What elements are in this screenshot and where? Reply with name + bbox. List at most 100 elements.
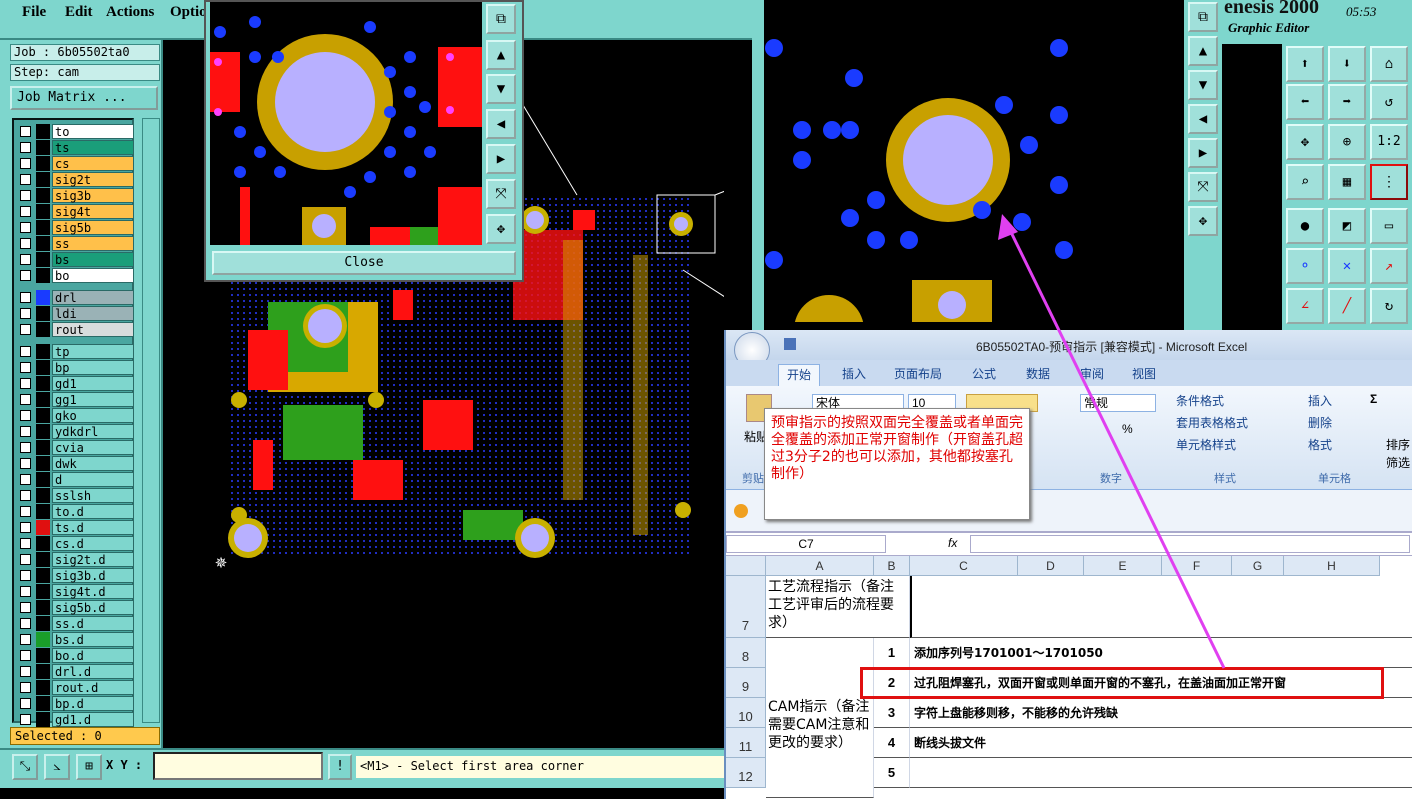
layer-checkbox[interactable] <box>20 346 31 357</box>
layer-color-swatch[interactable] <box>36 290 50 305</box>
layer-name[interactable]: gd1 <box>52 376 134 391</box>
layer-name[interactable]: sig3b <box>52 188 134 203</box>
layer-color-swatch[interactable] <box>36 156 50 171</box>
layer-color-swatch[interactable] <box>36 504 50 519</box>
layer-row[interactable]: cs <box>16 156 134 171</box>
layer-row[interactable]: ts.d <box>16 520 134 535</box>
layer-row[interactable]: drl.d <box>16 664 134 679</box>
close-button[interactable]: Close <box>212 251 516 275</box>
layer-checkbox[interactable] <box>20 378 31 389</box>
fit-selected-icon[interactable]: ⊕ <box>1328 124 1366 160</box>
row-header[interactable]: 8 <box>726 638 766 668</box>
item-number[interactable]: 3 <box>874 698 910 728</box>
connect-icon[interactable]: ⚬ <box>1286 248 1324 284</box>
layer-row[interactable]: sig4t.d <box>16 584 134 599</box>
tab-page-layout[interactable]: 页面布局 <box>886 364 950 386</box>
layer-checkbox[interactable] <box>20 292 31 303</box>
xy-input[interactable] <box>153 752 323 780</box>
layer-name[interactable]: rout.d <box>52 680 134 695</box>
draw-icon[interactable]: ◩ <box>1328 208 1366 244</box>
layer-name[interactable]: rout <box>52 322 134 337</box>
layer-row[interactable]: cs.d <box>16 536 134 551</box>
layer-name[interactable]: sig4t.d <box>52 584 134 599</box>
layer-checkbox[interactable] <box>20 308 31 319</box>
insert-cells-button[interactable]: 插入 <box>1308 392 1332 409</box>
layer-scrollbar[interactable] <box>142 118 160 723</box>
layer-checkbox[interactable] <box>20 714 31 725</box>
layer-color-swatch[interactable] <box>36 680 50 695</box>
layer-color-swatch[interactable] <box>36 268 50 283</box>
layer-name[interactable]: ldi <box>52 306 134 321</box>
layer-checkbox[interactable] <box>20 602 31 613</box>
layer-list[interactable]: to ts cs sig2t sig3b sig4t sig5b ss bs bo drl ldi ro… <box>12 118 134 727</box>
column-header[interactable]: H <box>1284 556 1380 576</box>
layer-row[interactable]: rout <box>16 322 134 337</box>
column-header[interactable]: A <box>766 556 874 576</box>
process-value-cell[interactable] <box>910 576 1412 638</box>
layer-row[interactable]: cvia <box>16 440 134 455</box>
layer-checkbox[interactable] <box>20 362 31 373</box>
layer-color-swatch[interactable] <box>36 712 50 727</box>
layer-checkbox[interactable] <box>20 570 31 581</box>
layer-name[interactable]: d <box>52 472 134 487</box>
item-text[interactable]: 断线头拔文件 <box>910 728 1412 758</box>
layer-checkbox[interactable] <box>20 126 31 137</box>
layer-name[interactable]: ss <box>52 236 134 251</box>
layer-color-swatch[interactable] <box>36 664 50 679</box>
layer-row[interactable]: gg1 <box>16 392 134 407</box>
row-header[interactable]: 12 <box>726 758 766 788</box>
layer-row[interactable]: sig3b <box>16 188 134 203</box>
layer-name[interactable]: drl <box>52 290 134 305</box>
home-icon[interactable]: ⌂ <box>1370 46 1408 82</box>
layer-color-swatch[interactable] <box>36 376 50 391</box>
conditional-format-button[interactable]: 条件格式 <box>1176 392 1224 409</box>
layer-name[interactable]: gg1 <box>52 392 134 407</box>
formula-input[interactable] <box>970 535 1410 553</box>
menu-actions[interactable]: Actions <box>106 4 154 21</box>
row-header[interactable]: 10 <box>726 698 766 728</box>
save-icon[interactable] <box>784 338 796 350</box>
layer-name[interactable]: cs.d <box>52 536 134 551</box>
layer-name[interactable]: bp <box>52 360 134 375</box>
layer-name[interactable]: sig2t <box>52 172 134 187</box>
layer-row[interactable]: tp <box>16 344 134 359</box>
fx-icon[interactable]: fx <box>948 536 957 550</box>
item-text[interactable]: 添加序列号1701001～1701050 <box>910 638 1412 668</box>
sum-icon[interactable]: Σ <box>1370 392 1377 406</box>
format-cells-button[interactable]: 格式 <box>1308 436 1332 453</box>
ruler-icon[interactable]: ▭ <box>1370 208 1408 244</box>
layer-color-swatch[interactable] <box>36 306 50 321</box>
name-box[interactable]: C7 <box>726 535 886 553</box>
route-icon[interactable]: ↗ <box>1370 248 1408 284</box>
menu-edit[interactable]: Edit <box>65 4 93 21</box>
pan-right-icon[interactable]: ▶ <box>1188 138 1218 168</box>
layer-row[interactable]: sig2t.d <box>16 552 134 567</box>
layer-checkbox[interactable] <box>20 426 31 437</box>
layer-name[interactable]: bo.d <box>52 648 134 663</box>
layer-color-swatch[interactable] <box>36 392 50 407</box>
fit-all-icon[interactable]: ✥ <box>1286 124 1324 160</box>
layer-row[interactable]: bp.d <box>16 696 134 711</box>
tab-insert[interactable]: 插入 <box>834 364 874 386</box>
layer-color-swatch[interactable] <box>36 536 50 551</box>
layer-row[interactable]: sig5b.d <box>16 600 134 615</box>
layer-checkbox[interactable] <box>20 394 31 405</box>
column-header[interactable]: D <box>1018 556 1084 576</box>
tab-home[interactable]: 开始 <box>778 364 821 386</box>
tab-view[interactable]: 视图 <box>1124 364 1164 386</box>
layer-checkbox[interactable] <box>20 254 31 265</box>
layer-row[interactable]: sig4t <box>16 204 134 219</box>
lens-icon[interactable]: ⌕ <box>1286 164 1324 200</box>
net-icon[interactable]: ⋮ <box>1370 164 1408 200</box>
layer-checkbox[interactable] <box>20 538 31 549</box>
job-matrix-button[interactable]: Job Matrix ... <box>10 86 158 110</box>
item-number[interactable]: 1 <box>874 638 910 668</box>
layer-name[interactable]: sig3b.d <box>52 568 134 583</box>
grid-button[interactable]: ⊞ <box>76 754 102 780</box>
layer-row[interactable]: gko <box>16 408 134 423</box>
arc-icon[interactable]: ↻ <box>1370 288 1408 324</box>
select-all-corner[interactable] <box>726 556 766 576</box>
layer-color-swatch[interactable] <box>36 696 50 711</box>
layer-color-swatch[interactable] <box>36 552 50 567</box>
pan-down-icon[interactable]: ▼ <box>1188 70 1218 100</box>
